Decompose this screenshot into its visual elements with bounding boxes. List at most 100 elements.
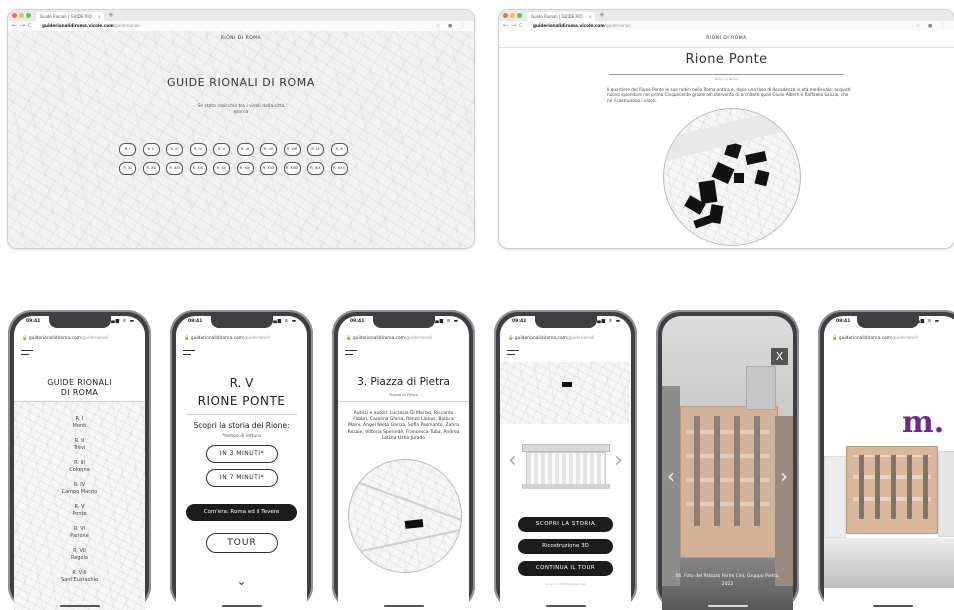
photo-caption-line2: 2022 (721, 582, 734, 587)
close-window-icon[interactable] (12, 13, 17, 18)
read-7-minutes-button[interactable]: IN 7 MINUTI* (206, 469, 278, 487)
menu-rione-number[interactable]: R. VII (14, 548, 145, 554)
rione-button[interactable]: R. IX (307, 143, 324, 156)
rione-map-circle[interactable] (663, 108, 801, 246)
minimize-window-icon[interactable] (510, 13, 515, 18)
rione-button[interactable]: R. X (330, 143, 348, 156)
next-arrow-icon[interactable]: › (614, 450, 623, 472)
rione-button[interactable]: R. IV (189, 143, 207, 156)
menu-rione-name[interactable]: Campo Marzio (14, 489, 145, 495)
maximize-window-icon[interactable] (517, 13, 522, 18)
tour-button[interactable]: TOUR (206, 533, 278, 553)
tab-close-icon[interactable]: × (98, 12, 101, 21)
reload-icon[interactable]: C (28, 22, 32, 30)
rione-button[interactable]: R. VII (260, 143, 277, 156)
browser-action-icons[interactable]: ☆ ● ⋮ (916, 22, 948, 30)
discover-story-button[interactable]: SCOPRI LA STORIA (518, 517, 613, 532)
rione-button[interactable]: R. XIII (166, 162, 183, 175)
hamburger-menu-icon[interactable] (345, 350, 357, 357)
rione-button[interactable]: R. XXII (330, 162, 348, 175)
browser-window-home: Guide Rionali | GUIDE RIO × + ← → C guide… (7, 9, 475, 249)
scroll-down-chevron-icon[interactable]: ⌄ (176, 574, 307, 588)
back-icon[interactable]: ← (503, 22, 508, 30)
rione-button[interactable]: R. XIX (307, 162, 324, 175)
menu-rione-name[interactable]: Trevi (14, 445, 145, 451)
mobile-url-bar[interactable]: 🔒 guiderionalidiroma.com/guiderionali (346, 334, 461, 343)
menu-rione-number[interactable]: R. V (14, 504, 145, 510)
mobile-url-bar[interactable]: 🔒 guiderionalidiroma.com/guiderionali (184, 334, 299, 343)
url-domain: guiderionalidiroma.com (352, 336, 405, 341)
rione-button[interactable]: R. V (213, 143, 230, 156)
url-text[interactable]: guiderionalidiroma.vicole.com/guideriona… (42, 22, 140, 30)
maximize-window-icon[interactable] (26, 13, 31, 18)
rione-title: Rione Ponte (685, 52, 768, 67)
title-underline (609, 74, 844, 75)
menu-rione-name[interactable]: Monti (14, 423, 145, 429)
temple-base (522, 484, 610, 489)
temple-roof (522, 444, 610, 452)
rione-button[interactable]: R. XV (213, 162, 230, 175)
rome-and-tiber-button[interactable]: Com'era: Roma ed il Tevere (186, 504, 297, 521)
rione-button[interactable]: R. VI (236, 143, 254, 156)
menu-rione-name[interactable]: Sant'Eustachio (14, 577, 145, 583)
rione-button[interactable]: R. XVII (260, 162, 277, 175)
new-tab-button[interactable]: + (108, 11, 114, 20)
piazza-map-circle[interactable] (348, 459, 462, 573)
continue-tour-button[interactable]: CONTINUA IL TOUR (518, 561, 613, 576)
rione-button[interactable]: R. I (119, 143, 136, 156)
menu-rione-name[interactable]: Parione (14, 533, 145, 539)
browser-tab[interactable]: Guide Rionali | GUIDE RIO × (527, 12, 595, 21)
forward-icon[interactable]: → (20, 22, 25, 30)
rione-button[interactable]: R. XVI (236, 162, 254, 175)
rione-button[interactable]: R. II (142, 143, 160, 156)
previous-photo-arrow-icon[interactable]: ‹ (667, 466, 675, 486)
browser-action-icons[interactable]: ☆ ● ⋮ (436, 22, 468, 30)
rione-description: Il quartiere del Rione Ponte le sue radi… (607, 87, 851, 103)
hamburger-menu-icon[interactable] (507, 350, 519, 357)
status-time: 09:41 (26, 319, 41, 324)
tab-close-icon[interactable]: × (589, 12, 592, 21)
3d-building-model[interactable] (846, 446, 938, 534)
rione-button[interactable]: R. VIII (283, 143, 301, 156)
temple-illustration[interactable] (522, 444, 610, 490)
mobile-url-bar[interactable]: 🔒 guiderionalidiroma.com/guiderionali (832, 334, 954, 343)
next-photo-arrow-icon[interactable]: › (780, 466, 788, 486)
hamburger-menu-icon[interactable] (21, 350, 33, 357)
rione-button[interactable]: R. XVIII (283, 162, 301, 175)
site-header: RIONI DI ROMA (499, 31, 954, 48)
read-3-minutes-button[interactable]: IN 3 MINUTI* (206, 445, 278, 463)
rione-button[interactable]: R. XI (119, 162, 136, 175)
menu-rione-name[interactable]: Colonna (14, 467, 145, 473)
menu-rione-name[interactable]: Regola (14, 555, 145, 561)
close-photo-button[interactable]: X (771, 348, 788, 365)
hamburger-menu-icon[interactable] (183, 350, 195, 357)
browser-tab[interactable]: Guide Rionali | GUIDE RIO × (36, 12, 104, 21)
menu-rione-number[interactable]: R. I (14, 416, 145, 422)
back-icon[interactable]: ← (12, 22, 17, 30)
minimize-window-icon[interactable] (19, 13, 24, 18)
menu-rione-number[interactable]: R. VIII (14, 570, 145, 576)
piazza-divider (338, 401, 469, 402)
rione-button[interactable]: R. XIV (189, 162, 207, 175)
menu-rione-name[interactable]: Ponte (14, 511, 145, 517)
mobile-url-bar[interactable]: 🔒 guiderionalidiroma.com/guiderionali (22, 334, 137, 343)
url-text[interactable]: guiderionalidiroma.vicole.com/guideriona… (533, 22, 631, 30)
url-path: /guiderionali (604, 23, 631, 28)
reconstruction-3d-button[interactable]: Ricostruzione 3D (518, 539, 613, 554)
forward-icon[interactable]: → (511, 22, 516, 30)
rione-number: R. V (229, 376, 254, 390)
menu-rione-number[interactable]: R. VI (14, 526, 145, 532)
previous-arrow-icon[interactable]: ‹ (508, 450, 517, 472)
reload-icon[interactable]: C (519, 22, 523, 30)
palazzo-tower (746, 366, 776, 410)
menu-rione-number[interactable]: R. III (14, 460, 145, 466)
rione-button[interactable]: R. XII (142, 162, 160, 175)
new-tab-button[interactable]: + (599, 11, 605, 20)
menu-rione-number[interactable]: R. IV (14, 482, 145, 488)
rione-button[interactable]: R. III (166, 143, 183, 156)
home-indicator (383, 605, 424, 607)
mobile-url-bar[interactable]: 🔒 guiderionalidiroma.com/guiderionali (508, 334, 623, 343)
menu-rione-number[interactable]: R. II (14, 438, 145, 444)
phone-screen: 09:41 ▂▄▆ ≋ ▬ 🔒 guiderionalidiroma.com/g… (500, 316, 631, 610)
close-window-icon[interactable] (503, 13, 508, 18)
